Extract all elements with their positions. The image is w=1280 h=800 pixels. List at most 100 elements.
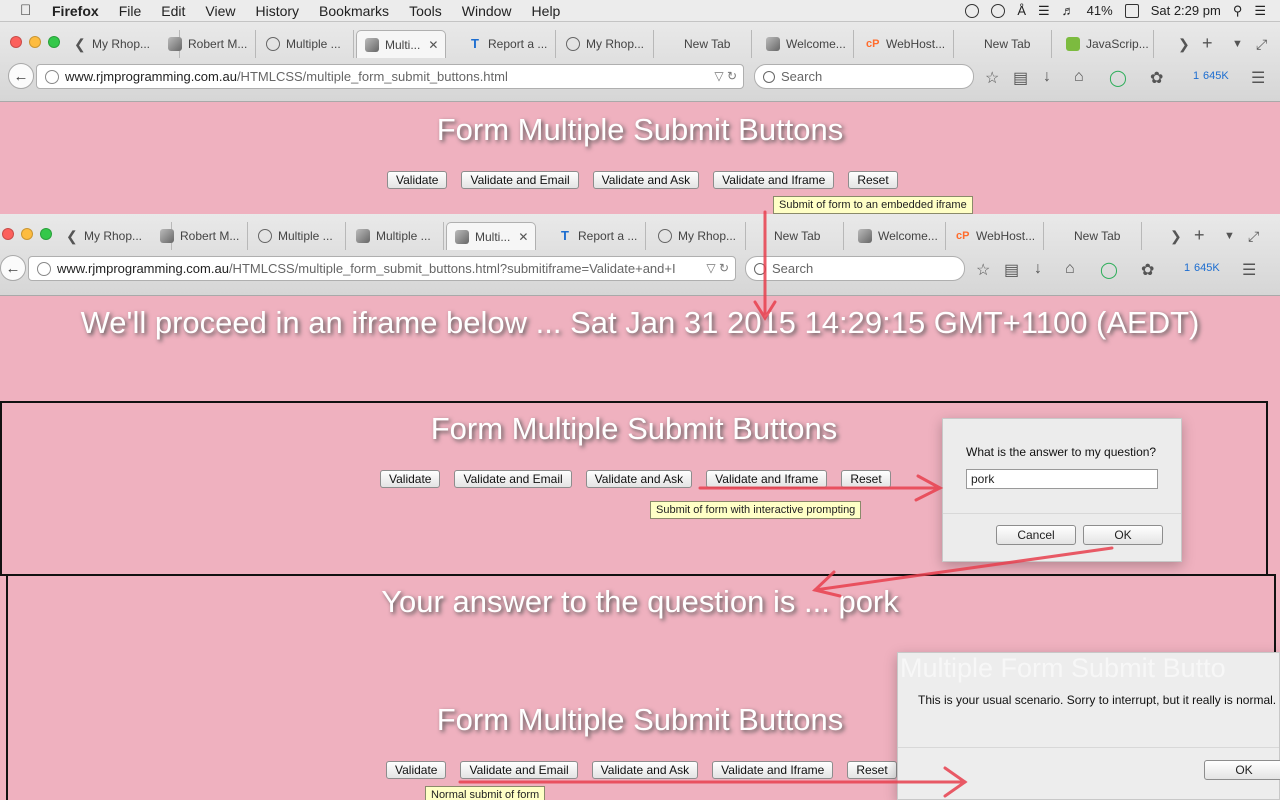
back-button[interactable]: ← bbox=[8, 63, 34, 89]
minimize-window-button[interactable] bbox=[21, 228, 33, 240]
hamburger-menu-icon[interactable]: ☰ bbox=[1251, 68, 1265, 88]
validate-and-ask-button[interactable]: Validate and Ask bbox=[592, 171, 700, 189]
zoom-window-button[interactable] bbox=[48, 36, 60, 48]
time-machine-icon[interactable] bbox=[991, 3, 1006, 18]
reload-icon[interactable]: ▽ ↻ bbox=[702, 261, 729, 275]
tab[interactable]: T Report a ... bbox=[460, 30, 556, 58]
tab-active[interactable]: Multi... ✕ bbox=[356, 30, 446, 58]
validate-and-ask-button[interactable]: Validate and Ask bbox=[585, 470, 693, 488]
addon-count-badge[interactable]: 1 bbox=[1184, 262, 1190, 274]
apple-icon[interactable]:  bbox=[20, 2, 40, 19]
addon-size-badge[interactable]: 645K bbox=[1203, 70, 1229, 82]
menu-help[interactable]: Help bbox=[532, 3, 561, 19]
tab[interactable]: cP WebHost... bbox=[948, 222, 1044, 250]
addon-count-badge[interactable]: 1 bbox=[1193, 70, 1199, 82]
fullscreen-icon[interactable]: ⤢ bbox=[1256, 36, 1267, 53]
reset-button[interactable]: Reset bbox=[841, 470, 891, 488]
tab[interactable]: T Report a ... bbox=[550, 222, 646, 250]
addon-ring-icon[interactable]: ◯ bbox=[1100, 260, 1118, 280]
tab[interactable]: My Rhop... bbox=[650, 222, 746, 250]
home-icon[interactable]: ⌂ bbox=[1074, 68, 1084, 86]
validate-button[interactable]: Validate bbox=[380, 470, 441, 488]
reset-button[interactable]: Reset bbox=[848, 171, 898, 189]
tab[interactable]: Welcome... bbox=[850, 222, 946, 250]
site-identity-icon[interactable] bbox=[37, 261, 51, 276]
home-icon[interactable]: ⌂ bbox=[1065, 260, 1075, 278]
firebug-icon[interactable]: ✿ bbox=[1150, 68, 1163, 88]
validate-and-iframe-button[interactable]: Validate and Iframe bbox=[706, 470, 828, 488]
notification-list-icon[interactable]: ☰ bbox=[1254, 3, 1266, 19]
bluetooth-icon[interactable]: Å bbox=[1017, 3, 1026, 18]
tab[interactable]: JavaScrip... bbox=[1058, 30, 1154, 58]
bookmark-star-icon[interactable]: ☆ bbox=[985, 68, 999, 88]
wifi-icon[interactable]: ☰ bbox=[1038, 3, 1050, 19]
tab[interactable]: Multiple ... bbox=[348, 222, 444, 250]
validate-and-email-button[interactable]: Validate and Email bbox=[461, 171, 579, 189]
validate-and-iframe-button[interactable]: Validate and Iframe bbox=[712, 761, 834, 779]
tab[interactable]: My Rhop... bbox=[558, 30, 654, 58]
spotlight-icon[interactable]: ⚲ bbox=[1233, 3, 1243, 19]
download-icon[interactable]: ↓ bbox=[1034, 260, 1042, 278]
back-button[interactable]: ← bbox=[0, 255, 26, 281]
menu-file[interactable]: File bbox=[119, 3, 142, 19]
reading-list-icon[interactable]: ▤ bbox=[1013, 68, 1028, 88]
validate-and-email-button[interactable]: Validate and Email bbox=[454, 470, 572, 488]
hamburger-menu-icon[interactable]: ☰ bbox=[1242, 260, 1256, 280]
battery-text[interactable]: 41% bbox=[1087, 3, 1113, 18]
menu-view[interactable]: View bbox=[205, 3, 235, 19]
reload-icon[interactable]: ▽ ↻ bbox=[714, 69, 737, 83]
zoom-window-button[interactable] bbox=[40, 228, 52, 240]
prompt-ok-button[interactable]: OK bbox=[1083, 525, 1163, 545]
validate-and-email-button[interactable]: Validate and Email bbox=[460, 761, 578, 779]
close-tab-icon[interactable]: ✕ bbox=[428, 38, 438, 52]
menu-tools[interactable]: Tools bbox=[409, 3, 442, 19]
tab-list-chevron-down-icon[interactable]: ▼ bbox=[1232, 38, 1243, 50]
prompt-answer-input[interactable]: pork bbox=[966, 469, 1158, 489]
tab[interactable]: New Tab bbox=[656, 30, 752, 58]
firebug-icon[interactable]: ✿ bbox=[1141, 260, 1154, 280]
validate-and-ask-button[interactable]: Validate and Ask bbox=[591, 761, 699, 779]
addon-ring-icon[interactable]: ◯ bbox=[1109, 68, 1127, 88]
reading-list-icon[interactable]: ▤ bbox=[1004, 260, 1019, 280]
validate-button[interactable]: Validate bbox=[387, 171, 448, 189]
tab[interactable]: New Tab bbox=[748, 222, 844, 250]
close-tab-icon[interactable]: ✕ bbox=[518, 230, 528, 244]
menu-window[interactable]: Window bbox=[462, 3, 512, 19]
tab[interactable]: Robert M... bbox=[160, 30, 256, 58]
menu-app-name[interactable]: Firefox bbox=[52, 3, 99, 19]
battery-icon[interactable] bbox=[1124, 3, 1139, 18]
tab-list-chevron-down-icon[interactable]: ▼ bbox=[1224, 230, 1235, 242]
validate-button[interactable]: Validate bbox=[386, 761, 447, 779]
tab[interactable]: cP WebHost... bbox=[858, 30, 954, 58]
download-icon[interactable]: ↓ bbox=[1043, 68, 1051, 86]
bookmark-star-icon[interactable]: ☆ bbox=[976, 260, 990, 280]
clock-text[interactable]: Sat 2:29 pm bbox=[1151, 3, 1221, 18]
search-bar[interactable]: Search bbox=[754, 64, 974, 89]
tab[interactable]: Robert M... bbox=[152, 222, 248, 250]
fullscreen-icon[interactable]: ⤢ bbox=[1248, 228, 1259, 245]
tabs-scroll-right-icon[interactable]: ❯ bbox=[1170, 228, 1182, 245]
alert-ok-button[interactable]: OK bbox=[1204, 760, 1280, 780]
addon-size-badge[interactable]: 645K bbox=[1194, 262, 1220, 274]
search-bar[interactable]: Search bbox=[745, 256, 965, 281]
url-bar[interactable]: www.rjmprogramming.com.au/HTMLCSS/multip… bbox=[28, 256, 736, 281]
close-window-button[interactable] bbox=[10, 36, 22, 48]
menu-edit[interactable]: Edit bbox=[161, 3, 185, 19]
close-window-button[interactable] bbox=[2, 228, 14, 240]
gauge-icon[interactable] bbox=[965, 3, 980, 18]
minimize-window-button[interactable] bbox=[29, 36, 41, 48]
url-bar[interactable]: www.rjmprogramming.com.au/HTMLCSS/multip… bbox=[36, 64, 744, 89]
site-identity-icon[interactable] bbox=[45, 69, 59, 84]
tab[interactable]: New Tab bbox=[956, 30, 1052, 58]
tabs-scroll-right-icon[interactable]: ❯ bbox=[1178, 36, 1190, 53]
prompt-cancel-button[interactable]: Cancel bbox=[996, 525, 1076, 545]
new-tab-icon[interactable]: + bbox=[1194, 225, 1205, 246]
tab[interactable]: New Tab bbox=[1046, 222, 1142, 250]
tab[interactable]: Multiple ... bbox=[250, 222, 346, 250]
tab-active[interactable]: Multi... ✕ bbox=[446, 222, 536, 250]
validate-and-iframe-button[interactable]: Validate and Iframe bbox=[713, 171, 835, 189]
new-tab-icon[interactable]: + bbox=[1202, 33, 1213, 54]
menu-bookmarks[interactable]: Bookmarks bbox=[319, 3, 389, 19]
tab[interactable]: Multiple ... bbox=[258, 30, 354, 58]
menu-history[interactable]: History bbox=[255, 3, 299, 19]
